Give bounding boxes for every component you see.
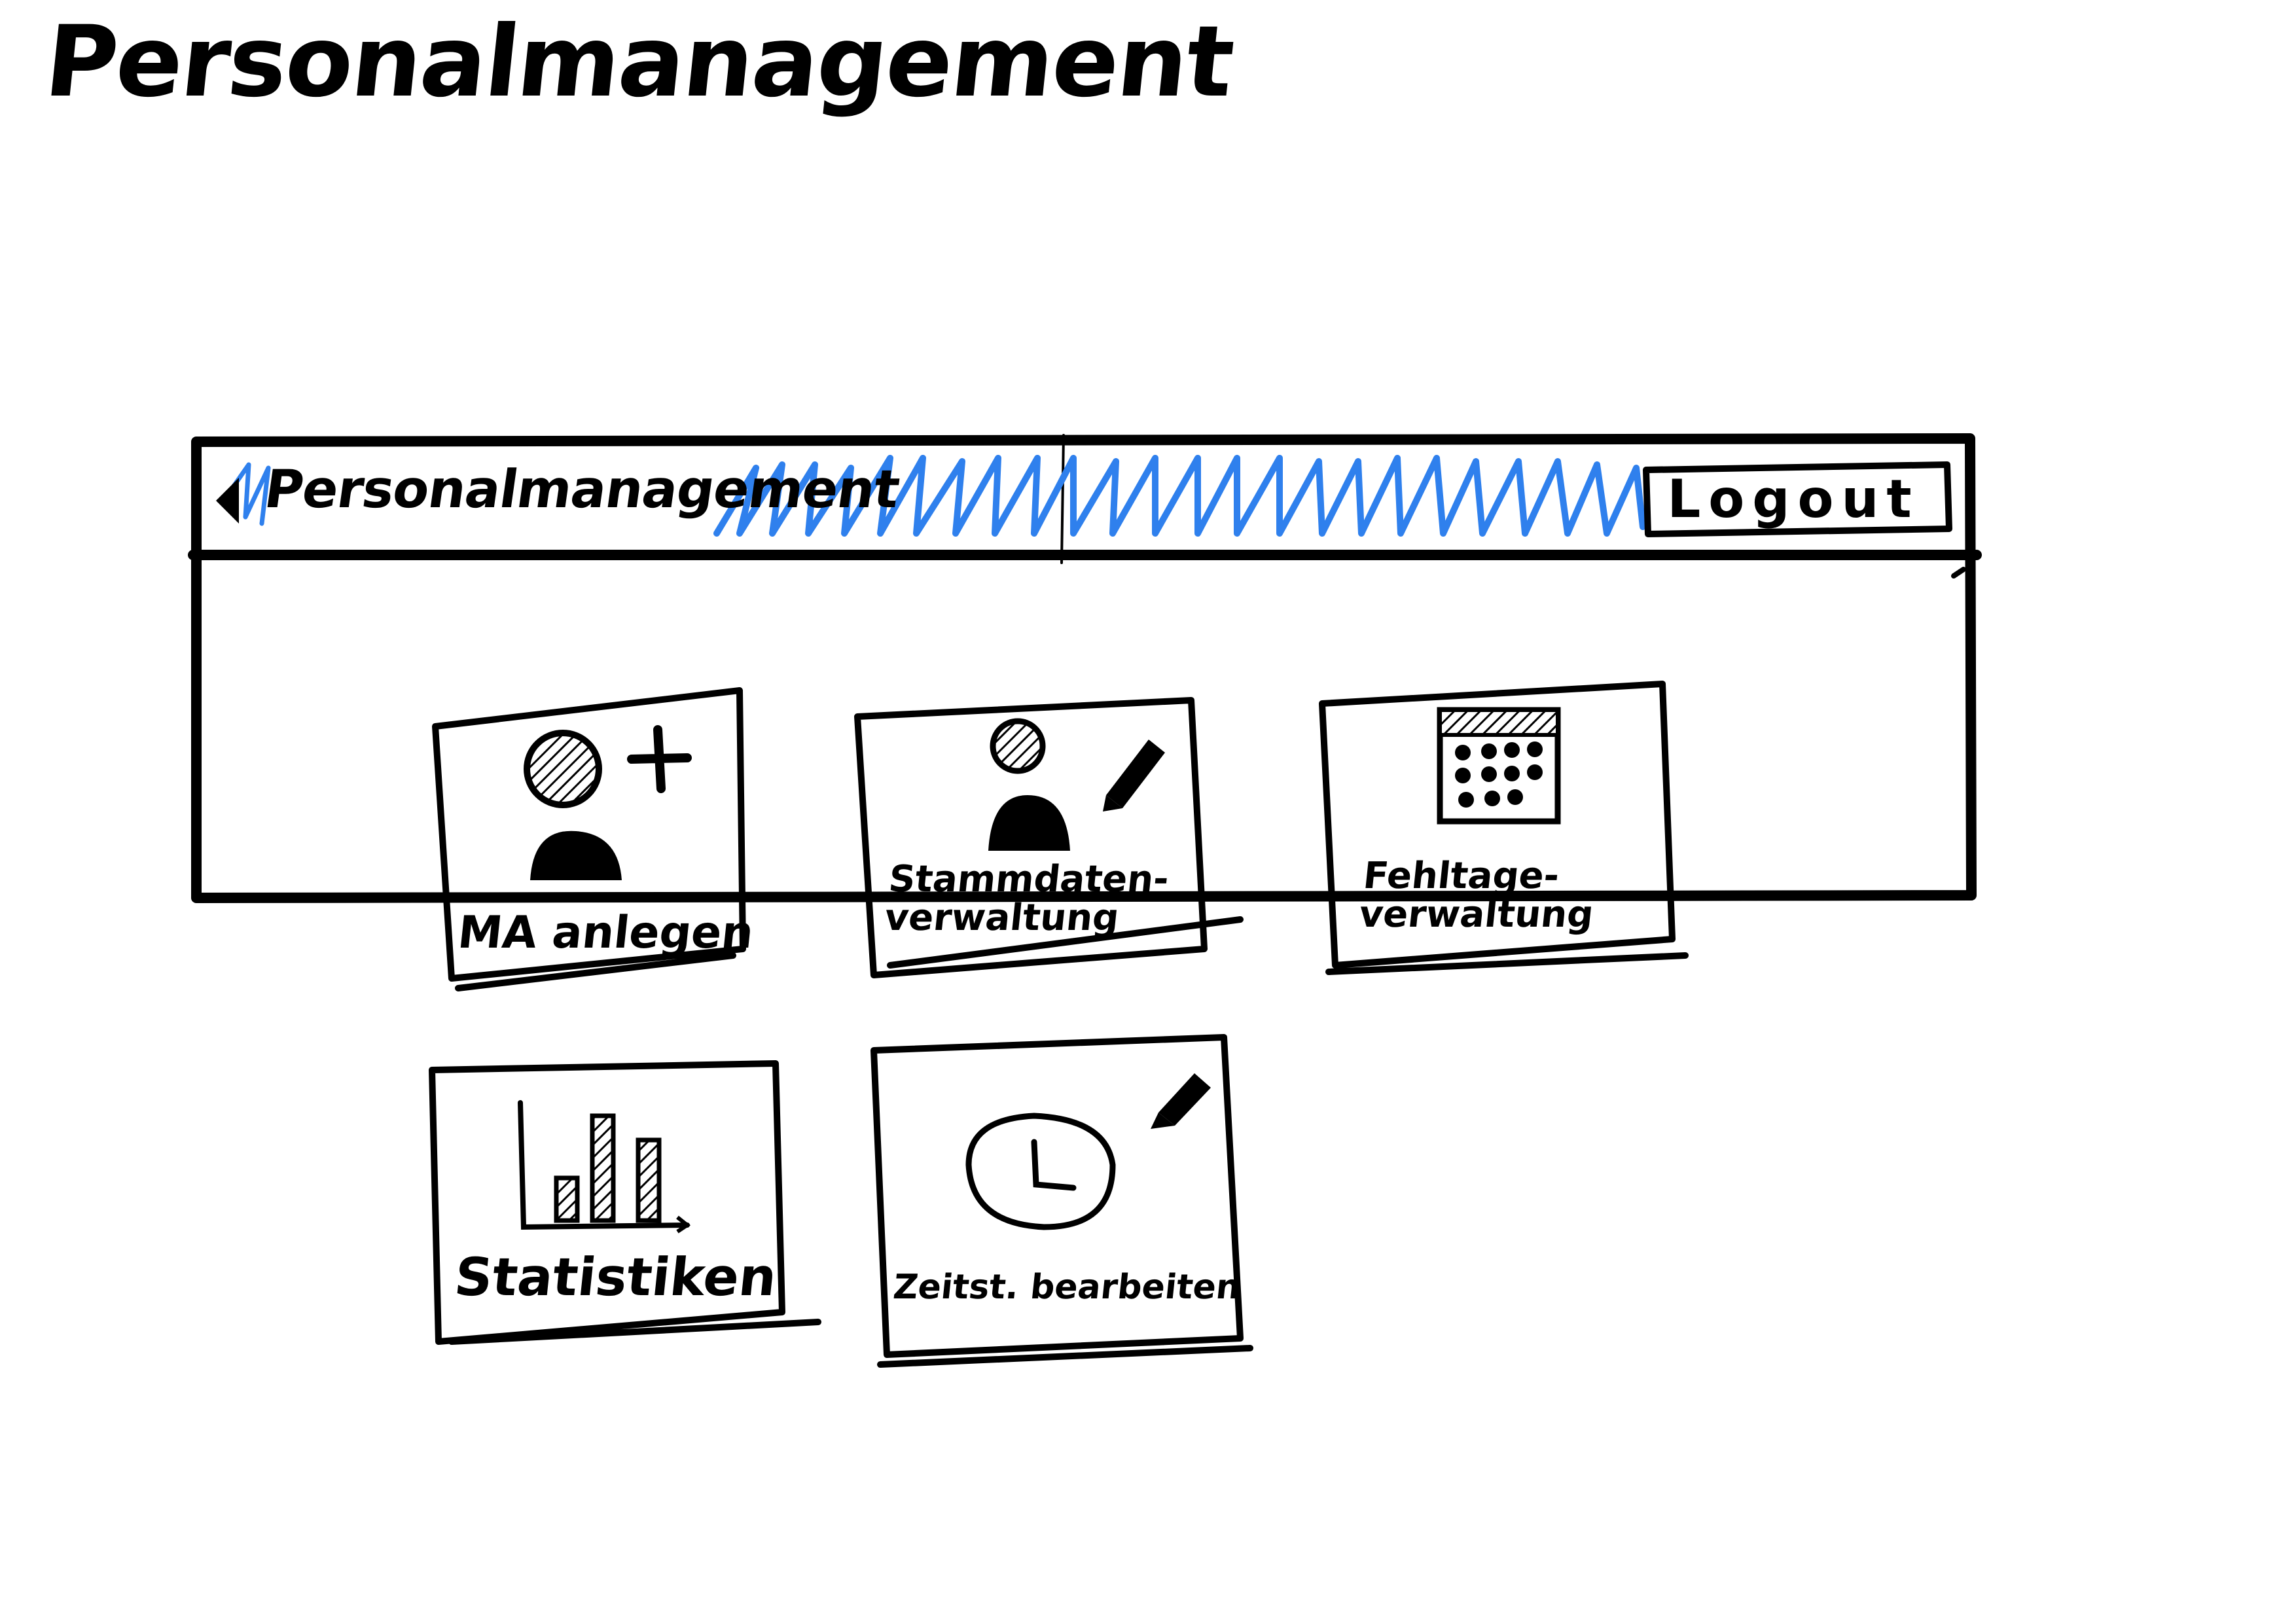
tile-label: MA anlegen xyxy=(455,907,757,959)
app-title: Personalmanagement xyxy=(260,459,903,520)
tile-label: Zeitst. bearbeiten xyxy=(891,1268,1243,1307)
tile-zeitstempel-bearbeiten[interactable]: Zeitst. bearbeiten xyxy=(874,1037,1243,1355)
tile-label: Statistiken xyxy=(452,1247,780,1308)
tile-ma-anlegen[interactable]: MA anlegen xyxy=(435,690,756,982)
tile-label: Stammdaten- verwaltung xyxy=(882,858,1171,939)
logout-button[interactable]: Logout xyxy=(1649,461,1937,537)
tile-statistiken[interactable]: Statistiken xyxy=(432,1063,782,1342)
tile-fehltageverwaltung[interactable]: Fehltage- verwaltung xyxy=(1322,684,1672,965)
back-arrow-icon[interactable] xyxy=(216,478,239,524)
tile-label: Fehltage- verwaltung xyxy=(1357,855,1596,936)
tile-stammdatenverwaltung[interactable]: Stammdaten- verwaltung xyxy=(857,700,1204,975)
